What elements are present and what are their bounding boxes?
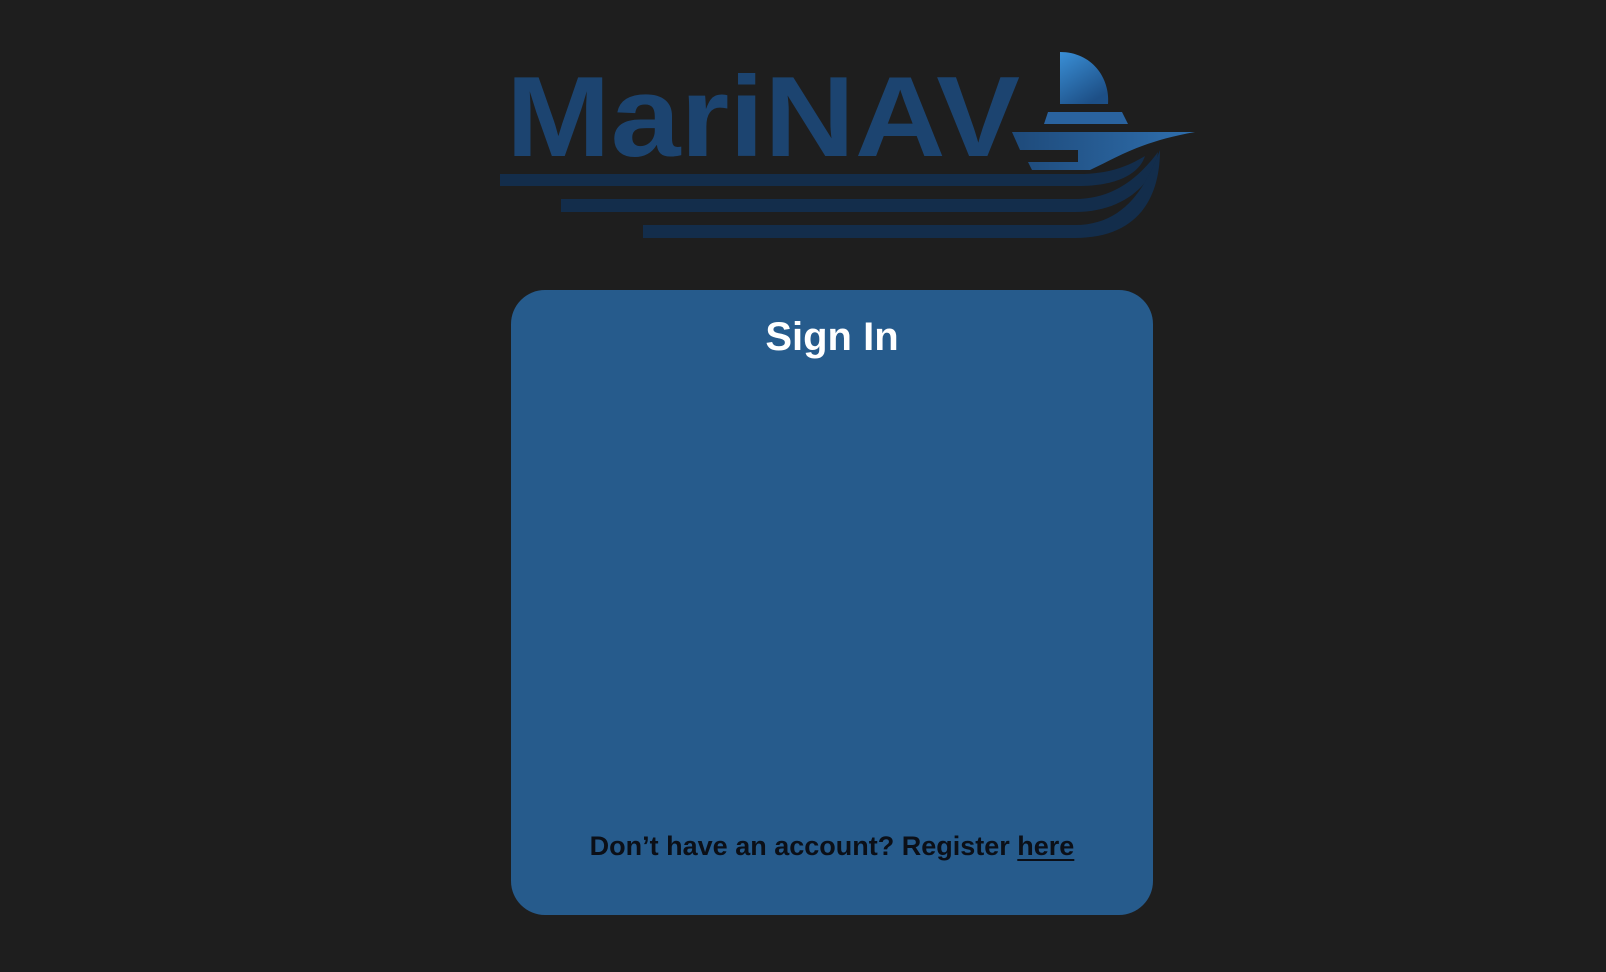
marinav-logo: MariNAV bbox=[500, 46, 1200, 246]
register-link[interactable]: here bbox=[1017, 831, 1074, 861]
sign-in-form-area bbox=[551, 380, 1113, 825]
register-prompt: Don’t have an account? Register here bbox=[511, 828, 1153, 864]
sailboat-icon bbox=[1012, 52, 1195, 170]
logo-wordmark: MariNAV bbox=[506, 54, 1020, 181]
sign-in-title: Sign In bbox=[765, 315, 899, 359]
register-prompt-text: Don’t have an account? Register bbox=[589, 831, 1010, 861]
sign-in-card: Sign In Don’t have an account? Register … bbox=[511, 290, 1153, 915]
sign-in-page: MariNAV Sign In Don’t have an account? R… bbox=[0, 0, 1606, 972]
